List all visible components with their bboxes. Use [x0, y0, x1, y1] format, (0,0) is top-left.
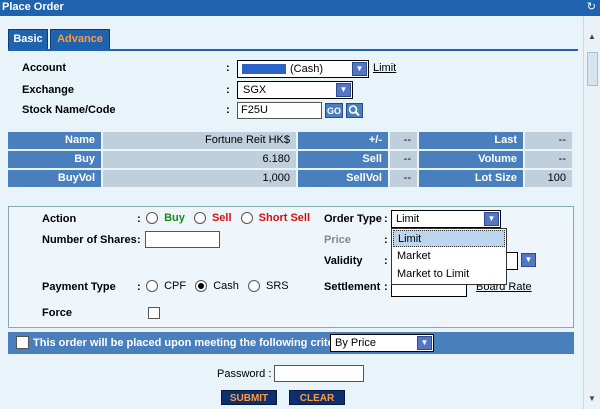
action-buy-label: Buy: [164, 212, 185, 224]
payment-colon: :: [137, 281, 141, 293]
order-type-label: Order Type: [324, 213, 382, 225]
last-value: --: [525, 132, 572, 149]
go-button[interactable]: GO: [325, 103, 343, 118]
tab-underline: [8, 49, 578, 51]
exchange-select[interactable]: SGX ▼: [237, 81, 353, 99]
price-colon: :: [384, 234, 388, 246]
sellvol-value: --: [390, 170, 417, 187]
stock-label: Stock Name/Code: [22, 104, 116, 116]
tab-advance[interactable]: Advance: [50, 29, 110, 50]
lotsize-header: Lot Size: [419, 170, 523, 187]
buy-header: Buy: [8, 151, 101, 168]
account-select[interactable]: (Cash) ▼: [237, 60, 369, 78]
shares-input[interactable]: [145, 231, 220, 248]
vertical-scrollbar[interactable]: ▲ ▼: [583, 16, 600, 409]
account-value: (Cash): [290, 63, 324, 75]
order-type-option-market[interactable]: Market: [393, 248, 505, 265]
name-header: Name: [8, 132, 101, 149]
order-type-colon: :: [384, 213, 388, 225]
payment-srs-radio[interactable]: [247, 280, 260, 293]
payment-type-label: Payment Type: [42, 281, 116, 293]
stock-colon: :: [226, 104, 230, 116]
order-type-option-market-to-limit[interactable]: Market to Limit: [393, 266, 505, 283]
action-label: Action: [42, 213, 77, 225]
stock-code-input[interactable]: F25U: [237, 102, 322, 119]
tab-basic[interactable]: Basic: [8, 29, 48, 50]
chevron-down-icon[interactable]: ▼: [336, 83, 351, 97]
order-type-option-limit[interactable]: Limit: [393, 230, 505, 247]
payment-srs-label: SRS: [266, 280, 289, 292]
scroll-down-icon[interactable]: ▼: [585, 392, 599, 406]
criteria-value: By Price: [335, 337, 376, 349]
payment-cash-label: Cash: [213, 280, 239, 292]
change-value: --: [390, 132, 417, 149]
change-header: +/-: [298, 132, 388, 149]
action-sell-label: Sell: [211, 212, 232, 224]
payment-radio-group: CPF Cash SRS: [146, 280, 289, 293]
password-input[interactable]: [274, 365, 364, 382]
limit-link[interactable]: Limit: [373, 62, 396, 74]
criteria-bar: This order will be placed upon meeting t…: [8, 332, 574, 354]
force-checkbox[interactable]: [148, 307, 160, 319]
name-value: Fortune Reit HK$: [103, 132, 296, 149]
action-short-sell-label: Short Sell: [258, 212, 311, 224]
scroll-thumb[interactable]: [587, 52, 598, 86]
action-sell-radio[interactable]: [193, 212, 206, 225]
clear-button[interactable]: CLEAR: [289, 390, 345, 405]
criteria-text: This order will be placed upon meeting t…: [33, 337, 351, 349]
window-title: Place Order: [2, 1, 64, 13]
criteria-select[interactable]: By Price ▼: [330, 334, 434, 352]
action-short-sell-radio[interactable]: [240, 212, 253, 225]
sell-header: Sell: [298, 151, 388, 168]
order-type-select[interactable]: Limit ▼: [391, 210, 501, 228]
payment-cpf-label: CPF: [164, 280, 187, 292]
validity-colon: :: [384, 255, 388, 267]
buyvol-value: 1,000: [103, 170, 296, 187]
account-colon: :: [226, 62, 230, 74]
sellvol-header: SellVol: [298, 170, 388, 187]
shares-colon: :: [137, 234, 141, 246]
buyvol-header: BuyVol: [8, 170, 101, 187]
validity-label: Validity: [324, 255, 363, 267]
price-label: Price: [324, 234, 351, 246]
scroll-up-icon[interactable]: ▲: [585, 30, 599, 44]
exchange-colon: :: [226, 84, 230, 96]
settlement-colon: :: [384, 281, 388, 293]
quote-info-table: Name Fortune Reit HK$ +/- -- Last -- Buy…: [8, 132, 572, 190]
exchange-value: SGX: [243, 84, 267, 96]
settlement-label: Settlement: [324, 281, 381, 293]
chevron-down-icon[interactable]: ▼: [352, 62, 367, 76]
account-label: Account: [22, 62, 66, 74]
volume-value: --: [525, 151, 572, 168]
account-number-masked: [242, 64, 286, 74]
order-type-dropdown-list: Limit Market Market to Limit: [391, 228, 507, 285]
payment-cpf-radio[interactable]: [146, 280, 158, 293]
search-icon: [348, 105, 360, 117]
order-type-value: Limit: [396, 213, 420, 225]
payment-cash-radio[interactable]: [195, 280, 208, 293]
lotsize-value: 100: [525, 170, 572, 187]
exchange-label: Exchange: [22, 84, 74, 96]
submit-button[interactable]: SUBMIT: [221, 390, 277, 405]
refresh-icon[interactable]: ↻: [587, 1, 596, 14]
volume-header: Volume: [419, 151, 523, 168]
search-button[interactable]: [346, 103, 363, 118]
action-buy-radio[interactable]: [146, 212, 158, 225]
chevron-down-icon[interactable]: ▼: [417, 336, 432, 350]
shares-label: Number of Shares: [42, 234, 137, 246]
chevron-down-icon[interactable]: ▼: [484, 212, 499, 226]
force-label: Force: [42, 307, 72, 319]
window-titlebar: Place Order: [0, 0, 600, 16]
chevron-down-icon[interactable]: ▼: [521, 253, 536, 267]
last-header: Last: [419, 132, 523, 149]
action-colon: :: [137, 213, 141, 225]
sell-value: --: [390, 151, 417, 168]
password-label: Password :: [217, 368, 272, 380]
buy-value: 6.180: [103, 151, 296, 168]
password-label-text: Password: [217, 368, 266, 380]
action-radio-group: Buy Sell Short Sell: [146, 212, 311, 225]
criteria-checkbox[interactable]: [16, 336, 29, 349]
